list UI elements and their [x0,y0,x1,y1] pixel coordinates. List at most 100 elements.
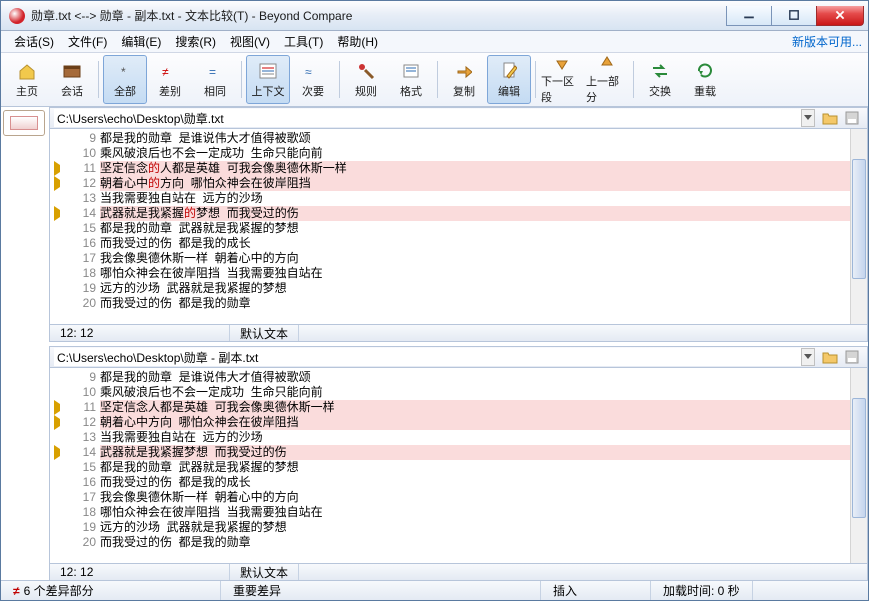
top-open-folder-icon[interactable] [820,109,840,127]
app-logo-icon [9,8,25,24]
top-vscrollbar[interactable] [850,129,867,324]
tb-all[interactable]: * 全部 [103,55,147,104]
text-line[interactable]: 乘风破浪后也不会一定成功 生命只能向前 [100,385,850,400]
bottom-vscrollbar[interactable] [850,368,867,563]
tb-label: 主页 [16,83,38,99]
text-line[interactable]: 坚定信念的人都是英雄 可我会像奥德休斯一样 [100,161,850,176]
tb-prev-part[interactable]: 上一部分 [585,55,629,104]
top-encoding: 默认文本 [230,325,299,341]
tb-label: 相同 [204,83,226,99]
tb-label: 全部 [114,83,136,99]
bottom-pathbar [49,346,868,368]
bottom-cursor-pos: 12: 12 [50,564,230,580]
top-cursor-pos: 12: 12 [50,325,230,341]
prev-part-icon [597,55,617,71]
top-editor[interactable]: 91011121314151617181920 都是我的勋章 是谁说伟大才值得被… [49,129,868,324]
bottom-statusline: 12: 12 默认文本 [49,563,868,581]
bottom-gutter: 91011121314151617181920 [64,368,100,563]
text-line[interactable]: 远方的沙场 武器就是我紧握的梦想 [100,281,850,296]
text-line[interactable]: 朝着心中的方向 哪怕众神会在彼岸阻挡 [100,176,850,191]
tb-label: 重载 [694,83,716,99]
text-line[interactable]: 哪怕众神会在彼岸阻挡 当我需要独自站在 [100,266,850,281]
tb-reload[interactable]: 重载 [683,55,727,104]
tb-context[interactable]: 上下文 [246,55,290,104]
top-gutter: 91011121314151617181920 [64,129,100,324]
tb-session[interactable]: 会话 [50,55,94,104]
tb-minor[interactable]: ≈ 次要 [291,55,335,104]
diff-icon: ≠ [160,61,180,81]
text-line[interactable]: 当我需要独自站在 远方的沙场 [100,191,850,206]
text-line[interactable]: 而我受过的伤 都是我的成长 [100,236,850,251]
close-button[interactable] [816,6,864,26]
menu-文件[interactable]: 文件(F) [61,31,114,52]
bottom-save-icon[interactable] [842,348,862,366]
all-icon: * [115,61,135,81]
tb-label: 规则 [355,83,377,99]
text-line[interactable]: 都是我的勋章 是谁说伟大才值得被歌颂 [100,370,850,385]
session-icon [62,61,82,81]
maximize-button[interactable] [771,6,817,26]
insert-mode: 插入 [541,581,651,600]
session-tab[interactable] [3,110,45,136]
top-path-dropdown[interactable] [801,109,815,127]
menu-会话[interactable]: 会话(S) [7,31,61,52]
format-icon [401,61,421,81]
text-line[interactable]: 远方的沙场 武器就是我紧握的梦想 [100,520,850,535]
minor-icon: ≈ [303,61,323,81]
tb-edit[interactable]: 编辑 [487,55,531,104]
bottom-path-input[interactable] [54,348,801,366]
tb-home[interactable]: 主页 [5,55,49,104]
next-sec-icon [552,55,572,71]
text-line[interactable]: 而我受过的伤 都是我的成长 [100,475,850,490]
tb-same[interactable]: = 相同 [193,55,237,104]
top-save-icon[interactable] [842,109,862,127]
tb-next-sec[interactable]: 下一区段 [540,55,584,104]
menu-帮助[interactable]: 帮助(H) [330,31,385,52]
tb-label: 差别 [159,83,181,99]
tb-format[interactable]: 格式 [389,55,433,104]
tb-label: 会话 [61,83,83,99]
new-version-link[interactable]: 新版本可用... [792,33,862,50]
menu-搜索[interactable]: 搜索(R) [168,31,223,52]
text-line[interactable]: 武器就是我紧握梦想 而我受过的伤 [100,445,850,460]
tb-diff[interactable]: ≠ 差别 [148,55,192,104]
tb-rules[interactable]: 规则 [344,55,388,104]
text-line[interactable]: 武器就是我紧握的梦想 而我受过的伤 [100,206,850,221]
same-icon: = [205,61,225,81]
bottom-open-folder-icon[interactable] [820,348,840,366]
text-line[interactable]: 坚定信念人都是英雄 可我会像奥德休斯一样 [100,400,850,415]
menu-工具[interactable]: 工具(T) [277,31,330,52]
tb-copy[interactable]: 复制 [442,55,486,104]
text-line[interactable]: 都是我的勋章 是谁说伟大才值得被歌颂 [100,131,850,146]
text-line[interactable]: 都是我的勋章 武器就是我紧握的梦想 [100,221,850,236]
titlebar: 勋章.txt <--> 勋章 - 副本.txt - 文本比较(T) - Beyo… [1,1,868,31]
top-path-input[interactable] [54,109,801,127]
text-line[interactable]: 朝着心中方向 哪怕众神会在彼岸阻挡 [100,415,850,430]
text-line[interactable]: 当我需要独自站在 远方的沙场 [100,430,850,445]
bottom-path-dropdown[interactable] [801,348,815,366]
bottom-editor[interactable]: 91011121314151617181920 都是我的勋章 是谁说伟大才值得被… [49,368,868,563]
tb-label: 交换 [649,83,671,99]
tb-label: 次要 [302,83,324,99]
tb-label: 下一区段 [541,73,583,105]
swap-icon [650,61,670,81]
rules-icon [356,61,376,81]
text-line[interactable]: 乘风破浪后也不会一定成功 生命只能向前 [100,146,850,161]
svg-text:=: = [209,65,216,77]
text-line[interactable]: 都是我的勋章 武器就是我紧握的梦想 [100,460,850,475]
minimize-button[interactable] [726,6,772,26]
text-line[interactable]: 而我受过的伤 都是我的勋章 [100,535,850,550]
menu-编辑[interactable]: 编辑(E) [114,31,168,52]
edit-icon [499,61,519,81]
menu-视图[interactable]: 视图(V) [223,31,277,52]
tb-swap[interactable]: 交换 [638,55,682,104]
toolbar: 主页 会话 * 全部 ≠ 差别 = 相同 上下文 ≈ 次要 规则格式复制编辑下一区段上一部分 交换 重载 [1,53,868,107]
svg-text:≠: ≠ [162,65,169,77]
text-line[interactable]: 我会像奥德休斯一样 朝着心中的方向 [100,251,850,266]
text-line[interactable]: 哪怕众神会在彼岸阻挡 当我需要独自站在 [100,505,850,520]
top-pathbar [49,107,868,129]
text-line[interactable]: 而我受过的伤 都是我的勋章 [100,296,850,311]
tb-label: 上一部分 [586,73,628,105]
bottom-encoding: 默认文本 [230,564,299,580]
text-line[interactable]: 我会像奥德休斯一样 朝着心中的方向 [100,490,850,505]
